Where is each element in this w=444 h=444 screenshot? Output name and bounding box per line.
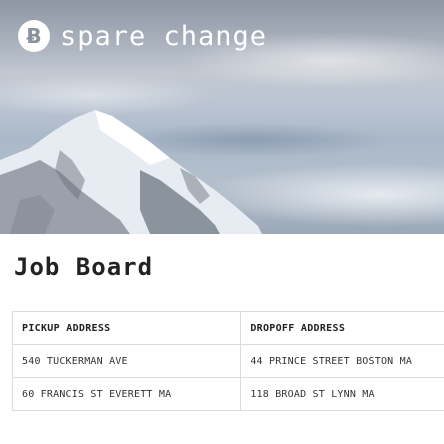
- table-header-row: Pickup Address Dropoff Address: [11, 311, 444, 345]
- page-title: Job Board: [14, 253, 154, 281]
- job-table: Pickup Address Dropoff Address 540 Tucke…: [11, 311, 444, 411]
- site-title[interactable]: Spare Change: [60, 21, 267, 52]
- brand[interactable]: Ƀ Spare Change: [18, 20, 267, 52]
- dropoff-cell: 118 Broad st Lynn Ma: [240, 377, 444, 411]
- bitcoin-icon: Ƀ: [18, 20, 50, 52]
- dropoff-cell: 44 Prince Street Boston MA: [240, 344, 444, 378]
- table-row[interactable]: 60 Francis St Everett Ma 118 Broad st Ly…: [11, 377, 444, 411]
- pickup-cell: 60 Francis St Everett Ma: [11, 377, 242, 411]
- column-header-pickup: Pickup Address: [11, 311, 242, 345]
- column-header-dropoff: Dropoff Address: [240, 311, 444, 345]
- table-row[interactable]: 540 Tuckerman Ave 44 Prince Street Bosto…: [11, 344, 444, 378]
- bitcoin-glyph: Ƀ: [26, 24, 42, 48]
- pickup-cell: 540 Tuckerman Ave: [11, 344, 242, 378]
- hero-banner: Ƀ Spare Change: [0, 0, 444, 234]
